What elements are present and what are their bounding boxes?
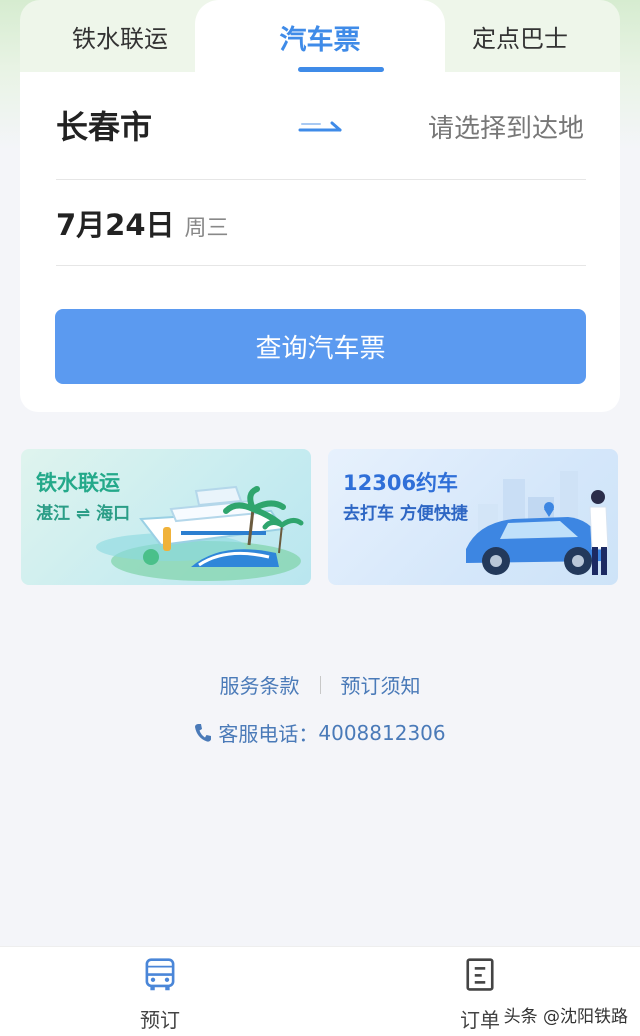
banner-title: 铁水联运: [36, 471, 120, 495]
customer-service-hotline: 客服电话： 4008812306: [0, 718, 640, 747]
nav-booking[interactable]: 预订: [110, 953, 210, 1033]
hotline-number[interactable]: 4008812306: [318, 721, 445, 745]
search-card: 长春市 请选择到达地 7月24日 周三 查询汽车票: [20, 72, 620, 412]
phone-icon: [195, 723, 212, 742]
hotline-label: 客服电话：: [218, 722, 319, 746]
nav-orders-label: 订单: [460, 1008, 500, 1032]
rail-water-banner[interactable]: 铁水联运 湛江 ⇌ 海口: [21, 449, 311, 585]
tab-rail-water[interactable]: 铁水联运: [20, 0, 220, 72]
swap-arrow-icon[interactable]: [298, 118, 344, 136]
departure-city[interactable]: 长春市: [56, 102, 152, 148]
tab-bus-ticket-label: 汽车票: [279, 24, 361, 56]
tab-bus-ticket[interactable]: 汽车票: [195, 0, 445, 74]
booking-notice-link[interactable]: 预订须知: [341, 670, 421, 699]
divider: [56, 179, 586, 180]
route-row: 长春市 请选择到达地: [20, 72, 620, 180]
date-selector[interactable]: 7月24日 周三: [56, 202, 229, 246]
ride-hailing-banner[interactable]: 12306约车 去打车 方便快捷: [328, 449, 618, 585]
watermark: 头条 @沈阳铁路: [503, 1007, 628, 1027]
tab-bar: 铁水联运 定点巴士 汽车票: [20, 0, 620, 74]
banner-subtitle: 湛江 ⇌ 海口: [36, 504, 131, 524]
search-bus-ticket-button[interactable]: 查询汽车票: [55, 309, 586, 384]
terms-link[interactable]: 服务条款: [220, 670, 300, 699]
divider: [56, 265, 586, 266]
nav-booking-label: 预订: [140, 1008, 180, 1032]
destination-field[interactable]: 请选择到达地: [428, 108, 584, 145]
date-value: 7月24日: [56, 208, 175, 242]
banner-subtitle: 去打车 方便快捷: [343, 504, 468, 524]
footer-links: 服务条款 预订须知: [0, 670, 640, 699]
weekday-label: 周三: [184, 216, 229, 241]
tab-fixed-bus[interactable]: 定点巴士: [420, 0, 620, 72]
document-icon: [466, 958, 494, 991]
active-tab-indicator: [298, 67, 384, 72]
banner-title: 12306约车: [343, 471, 459, 495]
link-separator: [319, 675, 321, 694]
bus-icon: [145, 958, 175, 991]
